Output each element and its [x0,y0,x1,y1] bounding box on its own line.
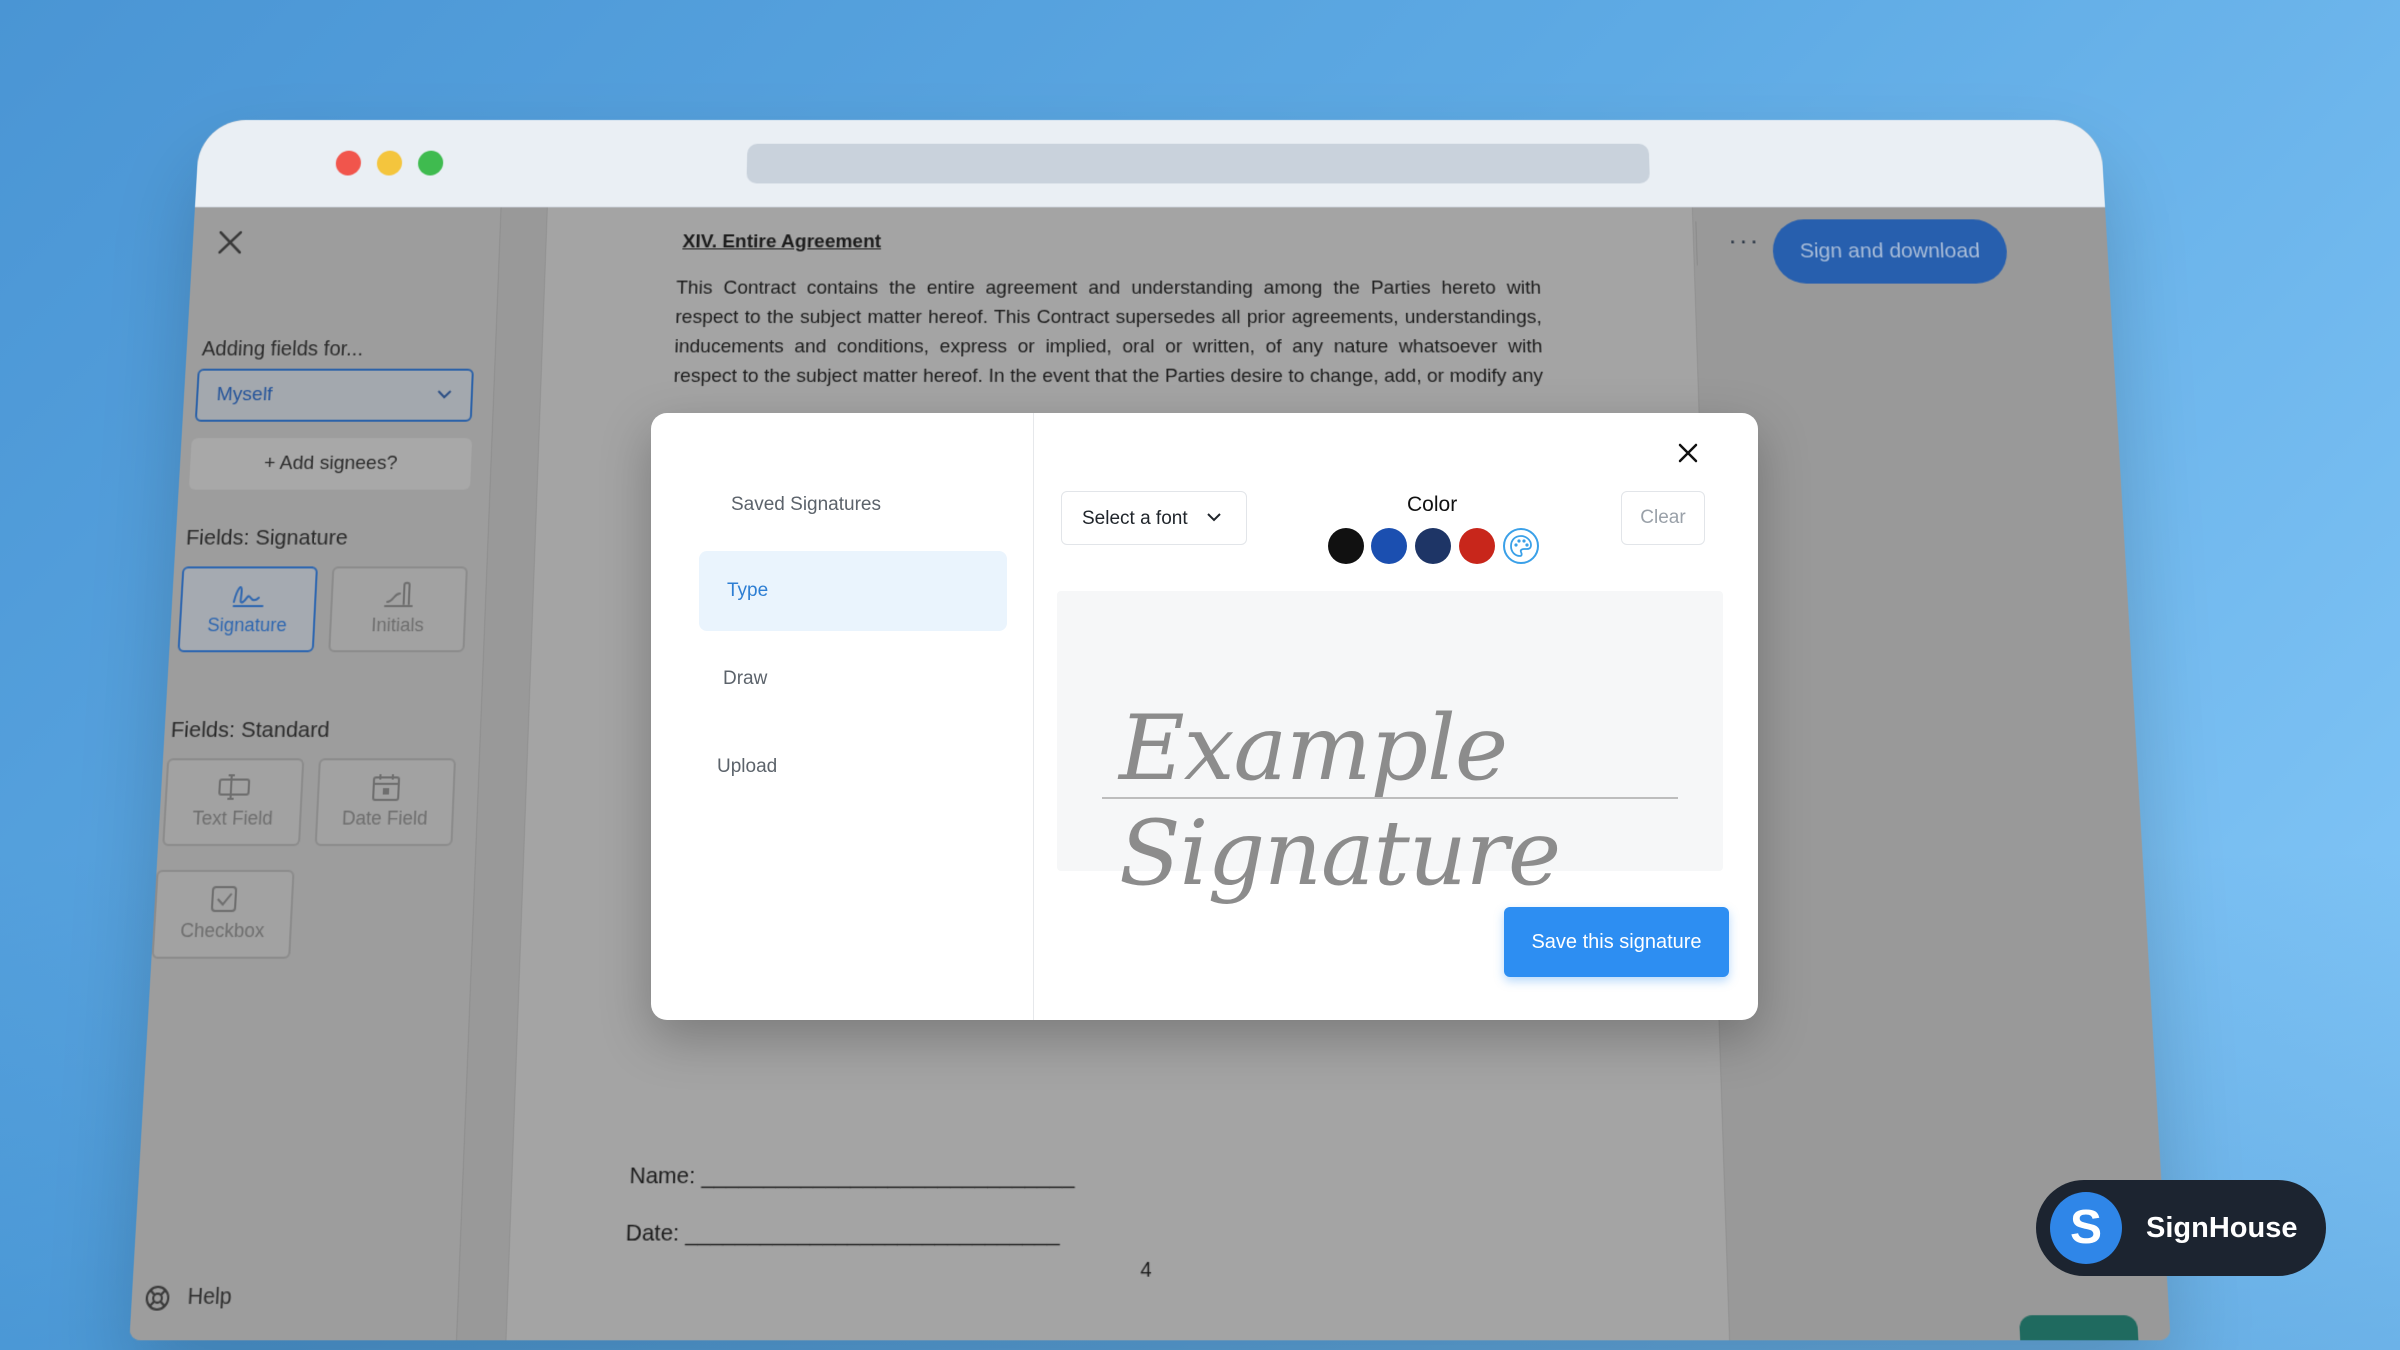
help-label: Help [186,1284,233,1310]
text-field-icon [216,771,253,803]
standard-fields-heading: Fields: Standard [170,717,331,743]
tab-upload[interactable]: Upload [717,756,777,778]
section-body: This Contract contains the entire agreem… [673,277,1544,387]
checkbox-field-tile[interactable]: Checkbox [151,869,295,959]
signhouse-logo: S [2050,1192,2122,1264]
close-icon[interactable] [1676,441,1700,465]
signature-tabs: Saved Signatures Type Draw Upload [651,413,1034,1020]
font-select-label: Select a font [1082,508,1188,529]
close-window-button[interactable] [335,150,362,176]
signature-modal: Saved Signatures Type Draw Upload Select… [651,413,1758,1020]
initials-icon [381,579,417,610]
signature-preview-text: Example Signature [1119,696,1561,906]
brand-name: SignHouse [2146,1212,2298,1244]
signhouse-badge: S SignHouse [2036,1180,2326,1276]
minimize-window-button[interactable] [376,150,403,176]
text-field-tile[interactable]: Text Field [162,758,305,847]
signee-select[interactable]: Myself [194,368,474,422]
chat-widget-tab[interactable] [2018,1315,2140,1341]
text-field-label: Text Field [191,807,274,829]
maximize-window-button[interactable] [417,150,444,176]
palette-icon [1510,535,1532,557]
close-icon[interactable] [214,227,246,257]
add-signees-button[interactable]: + Add signees? [188,438,473,490]
calendar-icon [368,771,405,803]
adding-fields-label: Adding fields for... [201,338,364,361]
initials-field-label: Initials [370,614,425,636]
signature-field-label: Signature [206,614,288,636]
initials-field-tile[interactable]: Initials [328,566,468,653]
signature-preview-area[interactable]: Example Signature [1057,591,1723,906]
color-swatch-navy[interactable] [1415,528,1451,564]
name-line: Name: ______________________________ [629,1163,1075,1189]
chevron-down-icon [1207,513,1221,522]
section-title: XIV. Entire Agreement [682,231,882,253]
color-swatch-blue[interactable] [1371,528,1407,564]
date-line: Date: ______________________________ [625,1220,1060,1247]
signature-field-tile[interactable]: Signature [177,566,318,653]
fields-sidebar: Adding fields for... Myself + Add signee… [129,207,502,1341]
tab-draw[interactable]: Draw [723,668,767,690]
tab-saved-signatures[interactable]: Saved Signatures [731,494,881,516]
date-field-label: Date Field [341,807,428,829]
date-field-tile[interactable]: Date Field [314,758,457,847]
more-options-icon[interactable]: ··· [1728,225,1761,256]
chevron-down-icon [436,389,453,399]
help-link[interactable]: Help [144,1284,233,1312]
tab-type[interactable]: Type [699,551,1007,631]
save-signature-button[interactable]: Save this signature [1504,907,1729,977]
toolbar-divider [1695,221,1698,266]
font-select[interactable]: Select a font [1061,491,1247,545]
signee-select-value: Myself [216,383,274,406]
checkbox-field-label: Checkbox [179,919,265,942]
color-label: Color [1407,493,1458,516]
page-number: 4 [1140,1258,1152,1283]
sign-and-download-button[interactable]: Sign and download [1771,219,2009,284]
signature-baseline [1102,797,1678,799]
color-picker-button[interactable] [1503,528,1539,564]
clear-button[interactable]: Clear [1621,491,1705,545]
address-bar[interactable] [746,143,1650,184]
color-swatch-black[interactable] [1328,528,1364,564]
checkbox-icon [205,883,242,916]
signature-fields-heading: Fields: Signature [185,525,349,550]
lifebuoy-icon [144,1285,171,1312]
signature-icon [230,579,267,610]
color-swatch-red[interactable] [1459,528,1495,564]
browser-titlebar [194,120,2106,208]
